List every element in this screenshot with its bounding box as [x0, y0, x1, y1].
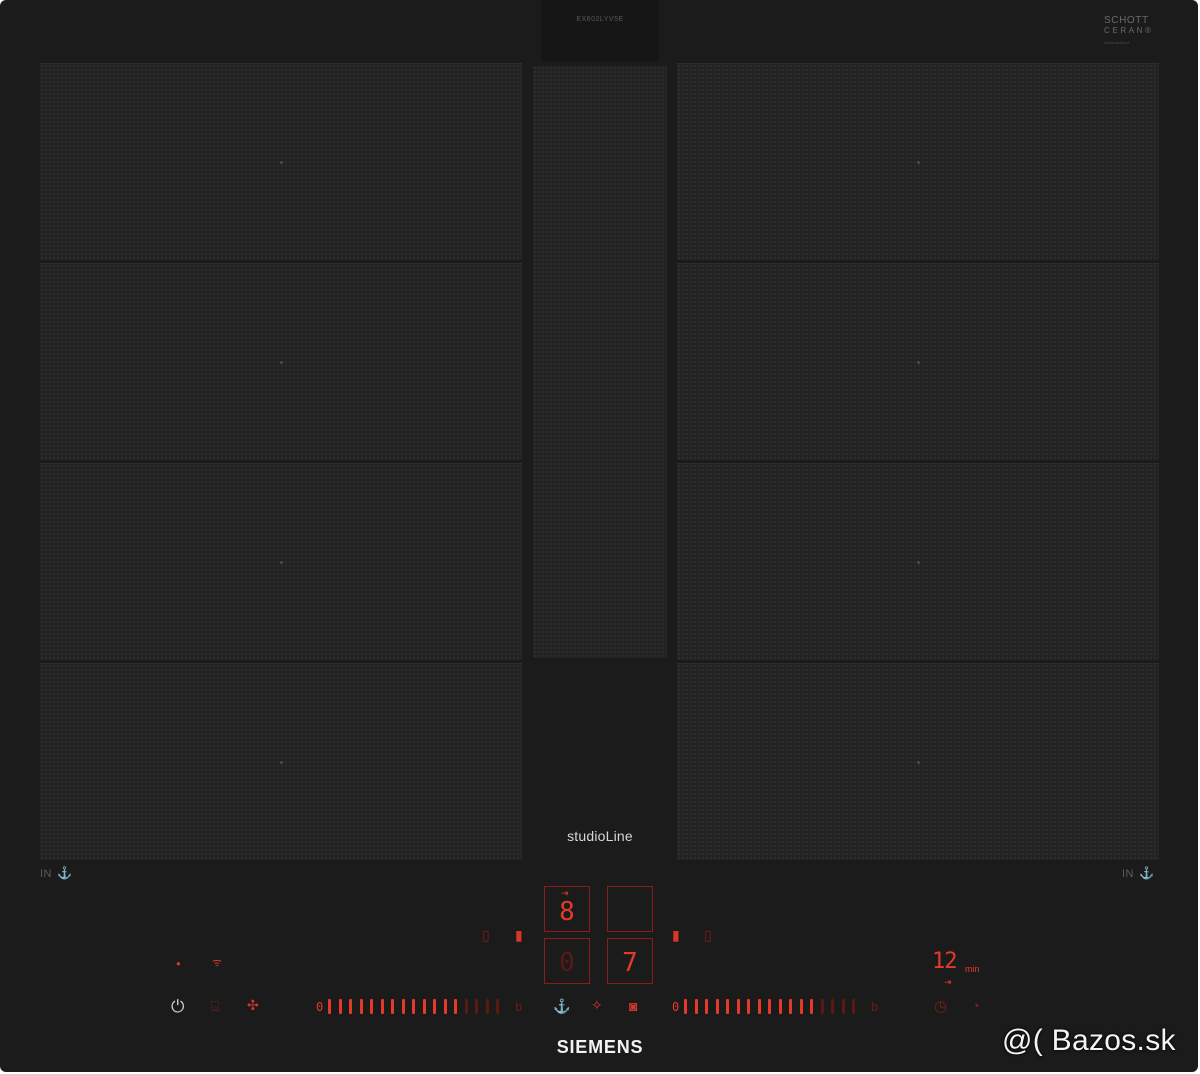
pan-outline-icon[interactable]: ▯ [482, 928, 490, 942]
slider-tick[interactable] [422, 999, 426, 1014]
schott-logo-subtitle: Solarcontrol [1104, 40, 1129, 45]
status-dot-icon: ● [176, 959, 181, 968]
wifi-icon[interactable]: ᯤ [212, 958, 222, 969]
hood-light-icon[interactable]: ✧ [591, 998, 603, 1012]
cooking-zone-right-3[interactable] [677, 463, 1159, 660]
timer-display[interactable]: 12 [932, 951, 957, 973]
schott-ceran-logo: SCHOTT CERAN® Solarcontrol [1104, 16, 1164, 48]
cooking-zone-right-4[interactable] [677, 663, 1159, 860]
slider-tick[interactable] [684, 999, 687, 1014]
induction-hob: EX602LYV5E SCHOTT CERAN® Solarcontrol st… [0, 0, 1198, 1072]
camera-icon[interactable]: ◙ [629, 999, 637, 1013]
display-digit: 7 [622, 948, 638, 978]
zone-marker-dot [280, 161, 283, 164]
cooking-zone-left-3[interactable] [40, 463, 522, 660]
pan-filled-icon[interactable]: ▮ [515, 928, 523, 942]
slider-tick[interactable] [496, 999, 499, 1014]
slider-tick[interactable] [443, 999, 447, 1014]
slider-tick[interactable] [349, 999, 352, 1014]
power-icon[interactable]: ⏻ [171, 998, 184, 1015]
schott-logo-line2: CERAN® [1104, 26, 1154, 35]
slider-tick[interactable] [726, 999, 729, 1014]
slider-max-label: b [515, 1000, 523, 1014]
clock-icon[interactable]: ◷ [934, 999, 947, 1014]
slider-tick[interactable] [380, 999, 384, 1014]
power-slider-left[interactable]: 0 b [316, 999, 526, 1015]
slider-tick[interactable] [475, 999, 478, 1014]
zone-marker-dot [280, 361, 283, 364]
slider-tick[interactable] [485, 999, 489, 1014]
slider-tick[interactable] [799, 999, 803, 1014]
slider-tick[interactable] [433, 999, 436, 1014]
slider-tick[interactable] [789, 999, 792, 1014]
slider-tick[interactable] [757, 999, 761, 1014]
hood-sync-icon[interactable]: ⌺ [211, 999, 219, 1013]
slider-tick[interactable] [810, 999, 813, 1014]
cooking-zone-right-2[interactable] [677, 263, 1159, 460]
slider-tick[interactable] [852, 999, 855, 1014]
slider-tick[interactable] [747, 999, 750, 1014]
slider-min-label: 0 [672, 1000, 680, 1014]
cooking-zone-left-1[interactable] [40, 63, 522, 260]
timer-marker-icon: ⇥ [944, 977, 952, 987]
slider-tick[interactable] [454, 999, 457, 1014]
zone-marker-dot [280, 561, 283, 564]
slider-max-label: b [871, 1000, 879, 1014]
slider-tick[interactable] [694, 999, 698, 1014]
slider-min-label: 0 [316, 1000, 324, 1014]
anchor-icon[interactable]: ⚓ [553, 999, 570, 1013]
pan-filled-icon[interactable]: ▮ [672, 928, 680, 942]
display-bottom-right[interactable]: 7 [607, 938, 653, 984]
display-digit: 8 [559, 897, 575, 927]
display-top-left[interactable]: ⇥ 8 [544, 886, 590, 932]
zone-marker-dot [917, 561, 920, 564]
slider-tick[interactable] [820, 999, 824, 1014]
fan-icon[interactable]: ✣ [247, 998, 259, 1012]
zone-label-left: IN ⚓ [40, 866, 73, 880]
slider-tick[interactable] [370, 999, 373, 1014]
pan-outline-icon[interactable]: ▯ [704, 928, 712, 942]
slider-tick[interactable] [401, 999, 405, 1014]
stopwatch-icon[interactable]: ◔ [971, 999, 980, 1014]
center-vent-strip [533, 66, 667, 658]
brand-logo: SIEMENS [556, 1037, 644, 1057]
timer-unit: min [965, 964, 980, 974]
display-bottom-left[interactable]: 0 [544, 938, 590, 984]
slider-tick[interactable] [391, 999, 394, 1014]
model-code: EX602LYV5E [576, 16, 624, 23]
slider-tick[interactable] [778, 999, 782, 1014]
slider-tick[interactable] [412, 999, 415, 1014]
slider-tick[interactable] [705, 999, 708, 1014]
zone-marker-dot [917, 361, 920, 364]
display-digit: 0 [559, 948, 575, 978]
slider-tick[interactable] [715, 999, 719, 1014]
zone-marker-dot [917, 761, 920, 764]
schott-logo-line1: SCHOTT [1104, 15, 1149, 26]
slider-tick[interactable] [328, 999, 331, 1014]
zone-label-right: IN ⚓ [1122, 866, 1155, 880]
top-strip [541, 0, 659, 62]
slider-tick[interactable] [841, 999, 845, 1014]
series-label: studioLine [567, 828, 633, 844]
display-top-right[interactable] [607, 886, 653, 932]
cooking-zone-right-1[interactable] [677, 63, 1159, 260]
slider-tick[interactable] [338, 999, 342, 1014]
slider-tick[interactable] [359, 999, 363, 1014]
cooking-zone-left-4[interactable] [40, 663, 522, 860]
zone-marker-dot [280, 761, 283, 764]
slider-tick[interactable] [464, 999, 468, 1014]
power-slider-right[interactable]: 0 b [672, 999, 882, 1015]
anchor-icon: ⚓ [1139, 866, 1155, 880]
anchor-icon: ⚓ [57, 866, 73, 880]
slider-tick[interactable] [831, 999, 834, 1014]
slider-tick[interactable] [768, 999, 771, 1014]
zone-marker-dot [917, 161, 920, 164]
watermark: @( Bazos.sk [1002, 1024, 1176, 1057]
cooking-zone-left-2[interactable] [40, 263, 522, 460]
slider-tick[interactable] [736, 999, 740, 1014]
